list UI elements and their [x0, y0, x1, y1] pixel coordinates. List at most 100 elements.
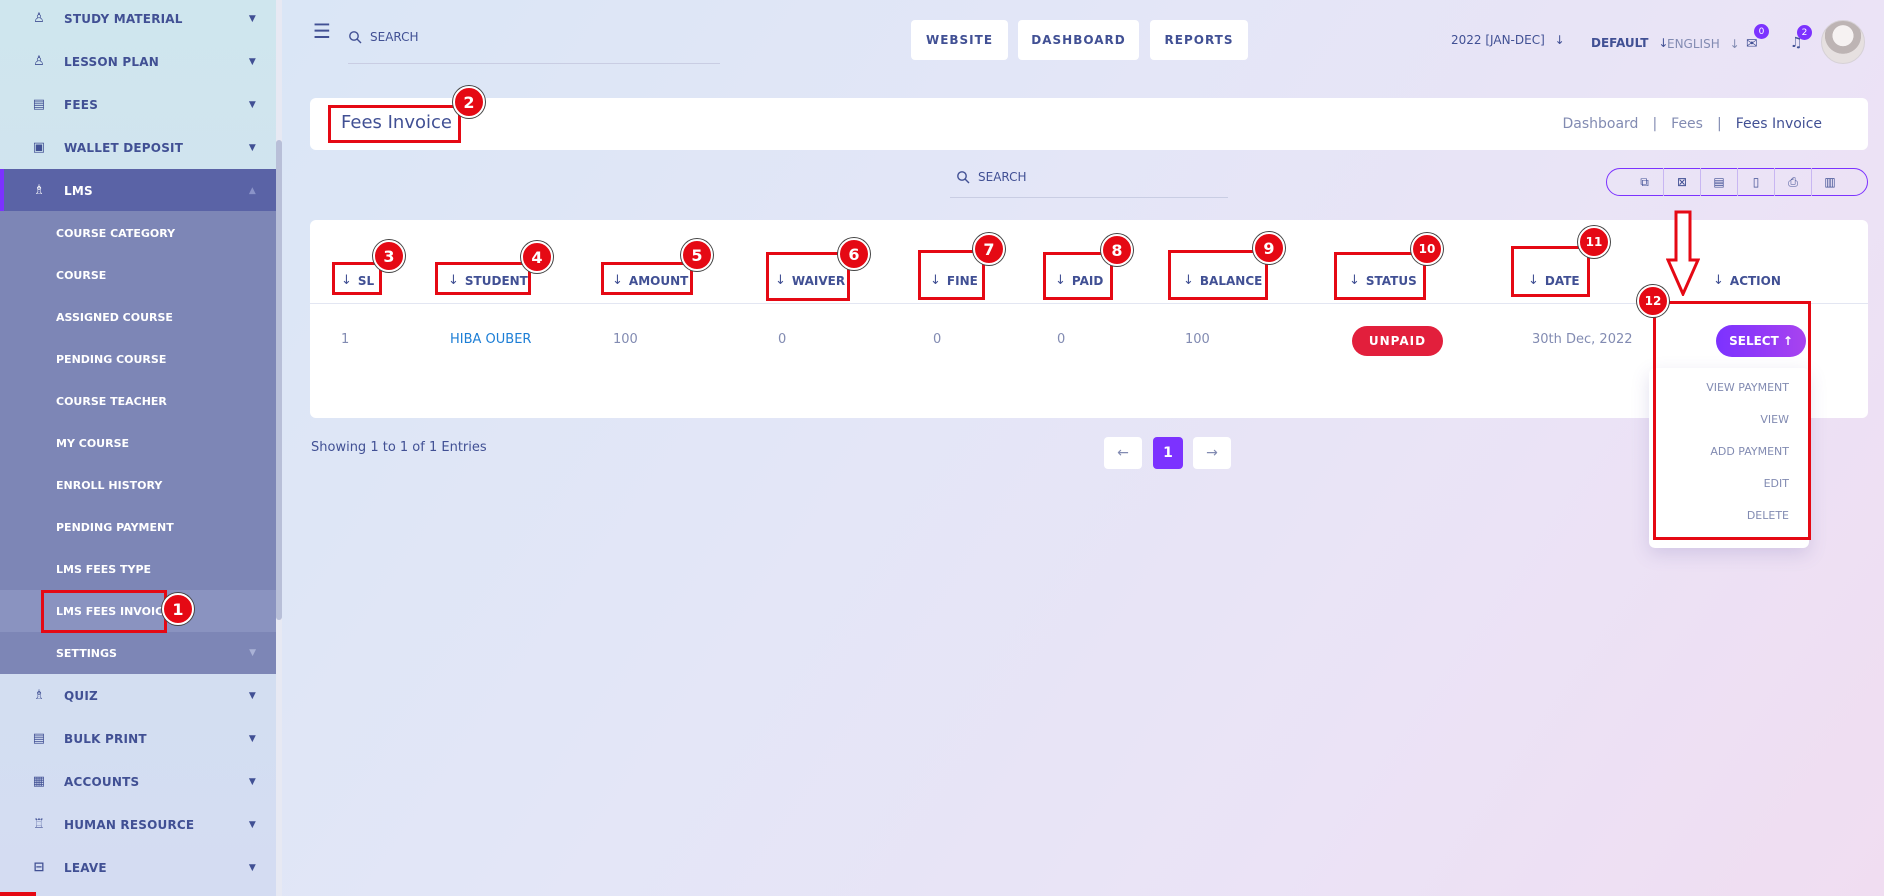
- annotation-marker-1: 1: [162, 593, 194, 625]
- sidebar-item-label: ACCOUNTS: [64, 774, 140, 789]
- sidebar-item-fees[interactable]: ▤ FEES ▼: [0, 83, 276, 126]
- cell-sl: 1: [341, 332, 350, 347]
- annotation-marker-5: 5: [681, 239, 713, 271]
- submenu-item-enroll-history[interactable]: ENROLL HISTORY: [0, 464, 276, 506]
- submenu-item-pending-payment[interactable]: PENDING PAYMENT: [0, 506, 276, 548]
- columns-icon[interactable]: ▥: [1811, 168, 1848, 196]
- print-icon[interactable]: ⎙: [1774, 168, 1811, 196]
- website-button[interactable]: WEBSITE: [911, 20, 1008, 60]
- sidebar-item-wallet-deposit[interactable]: ▣ WALLET DEPOSIT ▼: [0, 126, 276, 169]
- annotation-box-3: [332, 262, 382, 295]
- sidebar-item-accounts[interactable]: ▦ ACCOUNTS ▼: [0, 760, 276, 803]
- arrow-left-icon: ←: [1117, 445, 1129, 461]
- receipt-icon: ▤: [32, 97, 46, 112]
- caret-down-icon: ▼: [248, 819, 256, 830]
- arrow-down-icon: ↓: [1729, 37, 1740, 51]
- pdf-icon[interactable]: ▯: [1737, 168, 1774, 196]
- reports-button[interactable]: REPORTS: [1150, 20, 1248, 60]
- annotation-marker-12: 12: [1637, 285, 1669, 317]
- breadcrumb-fees[interactable]: Fees: [1671, 116, 1703, 132]
- breadcrumb-dashboard[interactable]: Dashboard: [1562, 116, 1638, 132]
- excel-icon[interactable]: ⊠: [1663, 168, 1700, 196]
- submenu-item-course[interactable]: COURSE: [0, 254, 276, 296]
- cell-date: 30th Dec, 2022: [1532, 332, 1633, 347]
- column-header-action[interactable]: ↓ ACTION: [1713, 273, 1781, 288]
- breadcrumb-separator: |: [1716, 116, 1722, 132]
- annotation-box-9: [1168, 250, 1268, 300]
- sidebar-item-leave[interactable]: ⊟ LEAVE ▼: [0, 846, 276, 889]
- language-select[interactable]: ENGLISH ↓: [1667, 37, 1740, 51]
- sidebar-item-label: LESSON PLAN: [64, 54, 159, 69]
- scrollbar-thumb[interactable]: [276, 140, 282, 620]
- chat-icon[interactable]: ✉: [1746, 36, 1758, 52]
- dashboard-button[interactable]: DASHBOARD: [1018, 20, 1139, 60]
- table-search-input[interactable]: SEARCH: [950, 164, 1228, 198]
- submenu-item-pending-course[interactable]: PENDING COURSE: [0, 338, 276, 380]
- csv-icon[interactable]: ▤: [1700, 168, 1737, 196]
- copy-icon[interactable]: ⧉: [1626, 168, 1663, 196]
- annotation-box-4: [435, 262, 531, 295]
- caret-down-icon: ▼: [248, 99, 256, 110]
- sidebar-item-label: QUIZ: [64, 688, 98, 703]
- sidebar-item-label: FEES: [64, 97, 99, 112]
- submenu-item-settings[interactable]: SETTINGS ▼: [0, 632, 276, 674]
- theme-select[interactable]: DEFAULT ↓: [1591, 36, 1668, 50]
- sidebar-item-human-resource[interactable]: ♖ HUMAN RESOURCE ▼: [0, 803, 276, 846]
- cell-student-link[interactable]: HIBA OUBER: [450, 332, 531, 347]
- previous-page-button[interactable]: ←: [1104, 437, 1142, 469]
- annotation-box-12: [1653, 301, 1811, 540]
- next-page-button[interactable]: →: [1193, 437, 1231, 469]
- people-icon: ♖: [33, 817, 45, 832]
- annotation-marker-8: 8: [1101, 234, 1133, 266]
- annotation-box-8: [1043, 252, 1113, 300]
- arrow-down-icon: ↓: [1554, 33, 1565, 47]
- submenu-item-my-course[interactable]: MY COURSE: [0, 422, 276, 464]
- notification-count-badge: 2: [1797, 25, 1812, 40]
- sidebar-bottom-marker: [0, 892, 36, 896]
- breadcrumb-separator: |: [1652, 116, 1658, 132]
- annotation-marker-10: 10: [1411, 233, 1443, 265]
- book-reader-icon: ♙: [33, 11, 45, 26]
- sidebar-item-lesson-plan[interactable]: ♙ LESSON PLAN ▼: [0, 40, 276, 83]
- annotation-box-2: [328, 105, 461, 143]
- sidebar-item-label: HUMAN RESOURCE: [64, 817, 195, 832]
- search-placeholder: SEARCH: [370, 30, 419, 44]
- sidebar-item-bulk-print[interactable]: ▤ BULK PRINT ▼: [0, 717, 276, 760]
- annotation-box-6: [766, 252, 850, 301]
- caret-down-icon: ▼: [248, 862, 256, 873]
- sidebar-item-label: LMS: [64, 183, 93, 198]
- breadcrumb: Dashboard | Fees | Fees Invoice: [1562, 116, 1822, 132]
- submenu-item-course-teacher[interactable]: COURSE TEACHER: [0, 380, 276, 422]
- sort-arrow-icon: ↓: [1713, 273, 1724, 288]
- chat-count-badge: 0: [1754, 24, 1769, 39]
- menu-toggle-icon[interactable]: ☰: [313, 19, 331, 43]
- submenu-item-lms-fees-type[interactable]: LMS FEES TYPE: [0, 548, 276, 590]
- submenu-item-label: SETTINGS: [56, 646, 117, 660]
- annotation-arrow-down-icon: [1666, 210, 1700, 296]
- sidebar-item-quiz[interactable]: ♗ QUIZ ▼: [0, 674, 276, 717]
- header-divider: [310, 303, 1868, 304]
- top-search-input[interactable]: SEARCH: [348, 24, 720, 64]
- sidebar-item-study-material[interactable]: ♙ STUDY MATERIAL ▼: [0, 0, 276, 40]
- book-reader-icon: ♙: [33, 54, 45, 69]
- theme-value: DEFAULT: [1591, 36, 1649, 50]
- annotation-marker-7: 7: [973, 233, 1005, 265]
- sidebar-scrollbar[interactable]: [276, 0, 282, 896]
- cell-balance: 100: [1185, 332, 1210, 347]
- submenu-item-assigned-course[interactable]: ASSIGNED COURSE: [0, 296, 276, 338]
- page-1-button[interactable]: 1: [1153, 437, 1183, 469]
- sidebar-item-label: LEAVE: [64, 860, 107, 875]
- sidebar-item-lms[interactable]: ♗ LMS ▲: [0, 169, 276, 212]
- submenu-item-course-category[interactable]: COURSE CATEGORY: [0, 212, 276, 254]
- annotation-marker-11: 11: [1578, 226, 1610, 258]
- avatar[interactable]: [1821, 20, 1865, 64]
- caret-down-icon: ▼: [248, 142, 256, 153]
- cell-paid: 0: [1057, 332, 1066, 347]
- graduate-icon: ♗: [33, 183, 45, 198]
- cell-waiver: 0: [778, 332, 787, 347]
- session-select[interactable]: 2022 [JAN-DEC] ↓: [1451, 33, 1565, 47]
- page-header: Fees Invoice Dashboard | Fees | Fees Inv…: [310, 98, 1868, 150]
- status-badge: UNPAID: [1352, 326, 1443, 356]
- sidebar-item-label: STUDY MATERIAL: [64, 11, 183, 26]
- caret-down-icon: ▼: [249, 648, 256, 658]
